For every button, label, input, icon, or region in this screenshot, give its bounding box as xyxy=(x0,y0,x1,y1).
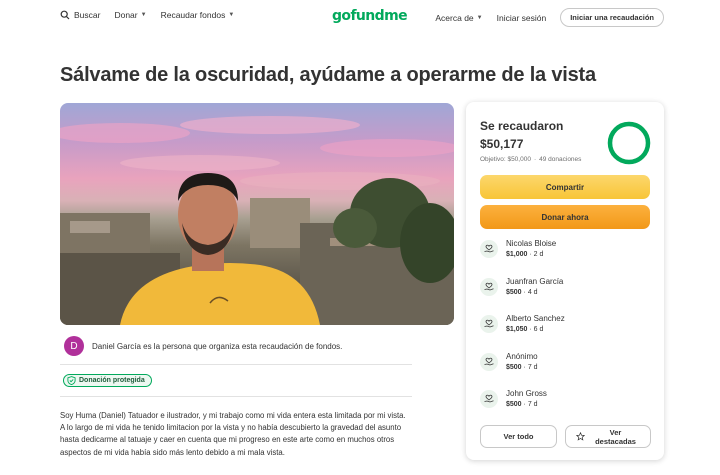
list-item: Nicolas Bloise $1,000 · 2 d xyxy=(480,238,655,276)
chevron-down-icon: ▼ xyxy=(140,12,147,18)
donor-amount: $500 xyxy=(506,363,522,371)
progress-ring xyxy=(607,121,651,165)
heart-hand-icon xyxy=(480,277,498,296)
donor-name: John Gross xyxy=(506,389,547,398)
login-link[interactable]: Iniciar sesión xyxy=(497,13,547,23)
divider xyxy=(60,396,412,397)
search-label: Buscar xyxy=(74,10,101,20)
search-link[interactable]: Buscar xyxy=(60,10,100,20)
list-item: Juanfran García $500 · 4 d xyxy=(480,276,655,314)
gofundme-logo[interactable]: gofundme xyxy=(332,8,408,24)
fundraise-menu[interactable]: Recaudar fondos ▼ xyxy=(161,10,235,20)
donor-time: 7 d xyxy=(527,363,538,371)
fundraise-menu-label: Recaudar fondos xyxy=(160,10,226,20)
list-item: Anónimo $500 · 7 d xyxy=(480,351,655,389)
top-nav: Buscar Donar ▼ Recaudar fondos ▼ gofundm… xyxy=(0,0,720,34)
start-fundraiser-button[interactable]: Iniciar una recaudación xyxy=(560,8,664,27)
donor-time: 2 d xyxy=(533,251,544,258)
organizer-row: D Daniel García es la persona que organi… xyxy=(64,336,342,356)
list-item: John Gross $500 · 7 d xyxy=(480,388,655,426)
see-featured-label: Ver destacadas xyxy=(595,427,636,446)
star-icon xyxy=(575,432,585,441)
see-all-button[interactable]: Ver todo xyxy=(480,425,557,448)
story-paragraph: Soy Huma (Daniel) Tatuador e ilustrador,… xyxy=(60,411,406,420)
heart-hand-icon xyxy=(480,390,498,408)
see-featured-button[interactable]: Ver destacadas xyxy=(565,425,651,448)
page-title: Sálvame de la oscuridad, ayúdame a opera… xyxy=(60,64,596,86)
organizer-text: Daniel García es la persona que organiza… xyxy=(92,341,343,351)
goal-meta: Objetivo: $50,000 · 49 donaciones xyxy=(480,156,582,163)
about-menu-label: Acerca de xyxy=(435,12,474,23)
share-button[interactable]: Compartir xyxy=(480,175,650,199)
donor-time: 7 d xyxy=(527,401,538,408)
divider xyxy=(60,364,412,365)
nav-left: Buscar Donar ▼ Recaudar fondos ▼ xyxy=(60,10,248,20)
avatar[interactable]: D xyxy=(64,336,84,356)
donate-now-button[interactable]: Donar ahora xyxy=(480,205,650,229)
donor-amount: $500 xyxy=(506,401,522,408)
donor-name: Juanfran García xyxy=(506,276,564,286)
chevron-down-icon: ▼ xyxy=(228,12,235,18)
donor-time: 6 d xyxy=(533,326,544,333)
donations-count: 49 donaciones xyxy=(539,156,582,163)
donor-name: Anónimo xyxy=(506,351,538,361)
donor-amount: $1,050 xyxy=(506,326,528,333)
shield-check-icon xyxy=(67,376,76,385)
raised-amount: $50,177 xyxy=(480,137,524,151)
raised-label: Se recaudaron xyxy=(480,119,564,133)
heart-hand-icon xyxy=(480,315,498,333)
donor-time: 4 d xyxy=(527,288,538,296)
search-icon xyxy=(60,10,70,20)
protected-donation-badge[interactable]: Donación protegida xyxy=(63,374,152,387)
story-text: Soy Huma (Daniel) Tatuador e ilustrador,… xyxy=(60,410,415,459)
donor-amount: $500 xyxy=(506,288,522,296)
story-paragraph: A lo largo de mi vida he tenido limitaci… xyxy=(60,423,402,457)
list-item: Alberto Sanchez $1,050 · 6 d xyxy=(480,313,655,351)
donation-card: Se recaudaron $50,177 Objetivo: $50,000 ·… xyxy=(466,102,664,460)
donor-name: Nicolas Bloise xyxy=(506,239,557,248)
chevron-down-icon: ▼ xyxy=(476,14,483,21)
donor-amount: $1,000 xyxy=(506,251,528,258)
goal-text: Objetivo: $50,000 xyxy=(480,156,531,163)
about-menu[interactable]: Acerca de ▼ xyxy=(435,13,482,23)
badge-label: Donación protegida xyxy=(79,377,145,384)
donate-menu-label: Donar xyxy=(114,10,138,20)
nav-right: Acerca de ▼ Iniciar sesión Iniciar una r… xyxy=(435,8,664,27)
campaign-photo xyxy=(60,103,454,325)
donor-list: Nicolas Bloise $1,000 · 2 d Juanfran Gar… xyxy=(480,238,655,426)
heart-hand-icon xyxy=(480,240,498,258)
donor-name: Alberto Sanchez xyxy=(506,314,565,323)
donate-menu[interactable]: Donar ▼ xyxy=(114,10,146,20)
heart-hand-icon xyxy=(480,352,498,371)
